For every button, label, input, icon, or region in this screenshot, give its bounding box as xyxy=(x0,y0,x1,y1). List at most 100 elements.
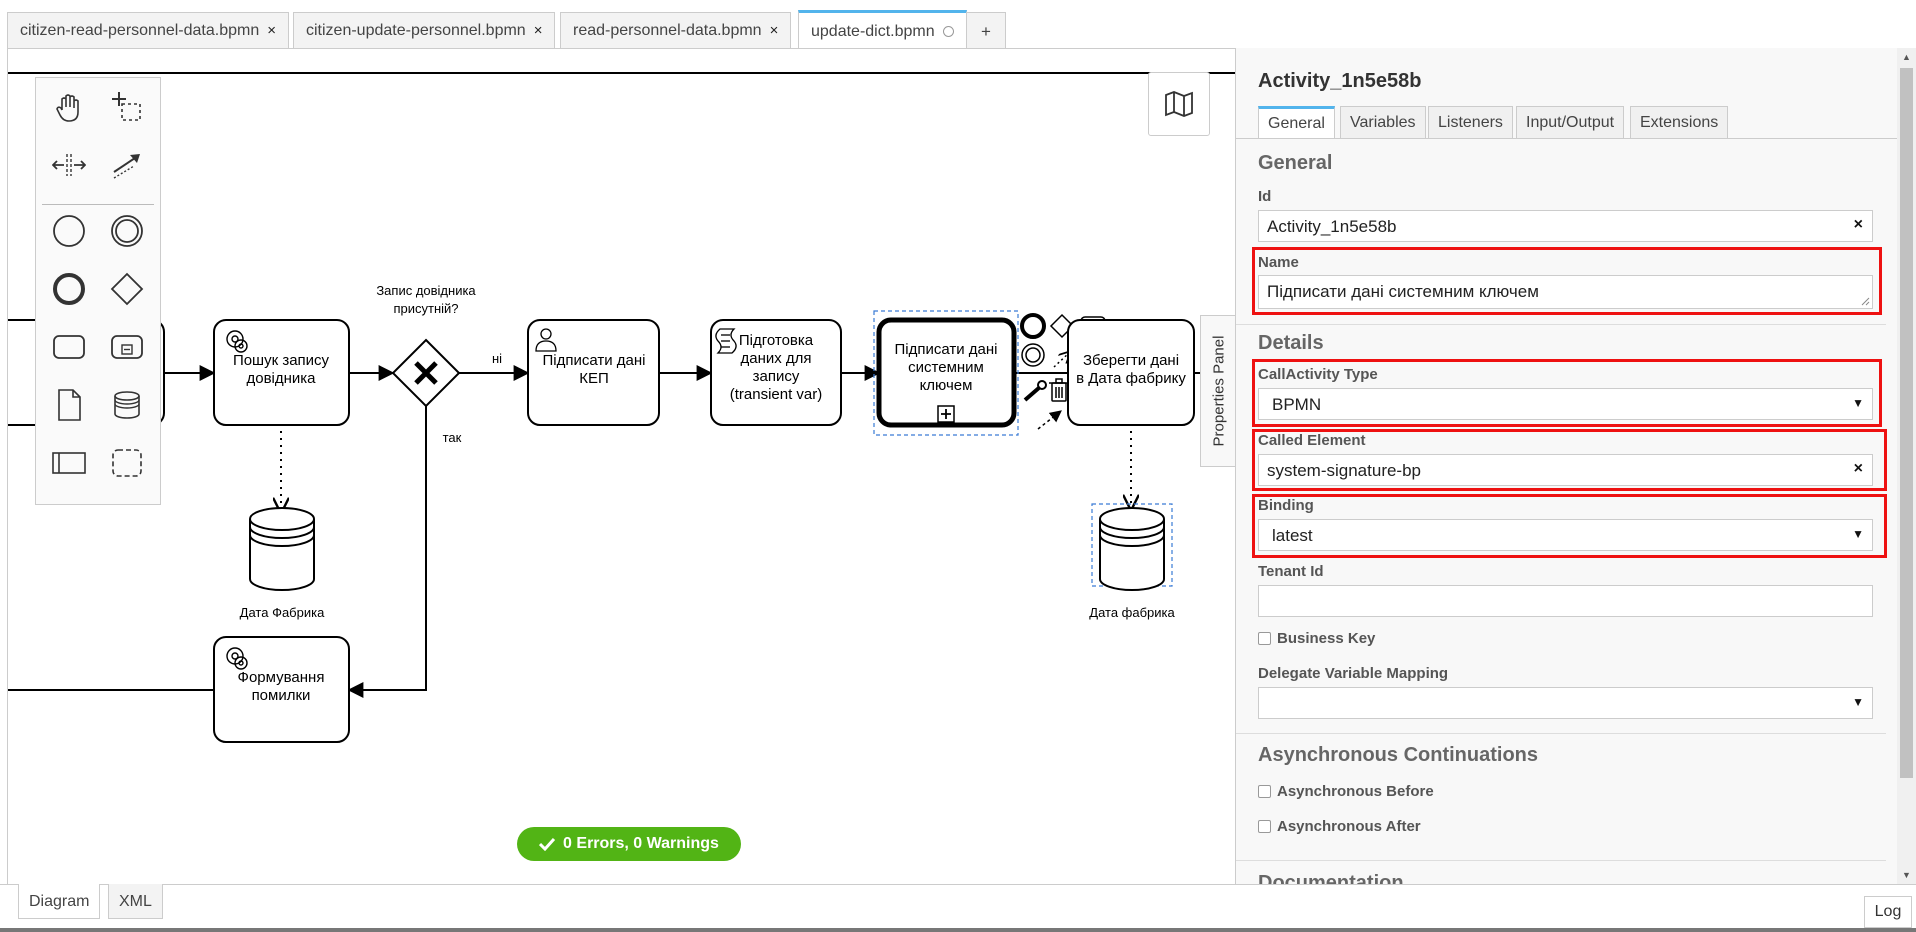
async-after-checkbox[interactable]: Asynchronous After xyxy=(1258,818,1421,835)
subprocess-marker-icon xyxy=(937,405,955,423)
lasso-tool-icon[interactable] xyxy=(104,84,150,130)
file-tab-label: read-personnel-data.bpmn xyxy=(573,22,762,39)
gateway-icon[interactable] xyxy=(104,266,150,312)
tab-extensions[interactable]: Extensions xyxy=(1630,106,1729,138)
tab-divider xyxy=(1236,138,1897,139)
end-event-icon[interactable] xyxy=(46,266,92,312)
task-save-data[interactable]: Зберегти дані в Дата фабрику xyxy=(1067,319,1195,426)
scroll-up-icon[interactable]: ▲ xyxy=(1902,52,1911,62)
called-element-label: Called Element xyxy=(1258,432,1366,449)
async-before-label: Asynchronous Before xyxy=(1277,783,1434,800)
task-sign-kep[interactable]: Підписати дані КЕП xyxy=(527,319,660,426)
data-object-icon[interactable] xyxy=(46,382,92,428)
delegate-mapping-select[interactable]: ▼ xyxy=(1258,687,1873,719)
group-details-title: Details xyxy=(1258,332,1324,354)
unsaved-indicator-icon xyxy=(942,26,954,37)
space-tool-icon[interactable] xyxy=(46,142,92,188)
data-associations xyxy=(281,417,1131,512)
log-button[interactable]: Log xyxy=(1864,896,1912,928)
close-icon[interactable]: × xyxy=(534,22,543,39)
file-tab-citizen-read-personnel-data[interactable]: citizen-read-personnel-data.bpmn × xyxy=(7,12,290,48)
chevron-down-icon: ▼ xyxy=(1852,396,1864,410)
hand-tool-icon[interactable] xyxy=(46,84,92,130)
delete-trash-icon[interactable] xyxy=(1049,378,1069,402)
resize-grip-icon[interactable] xyxy=(1860,296,1870,306)
data-store-right[interactable] xyxy=(1091,503,1173,591)
async-after-label: Asynchronous After xyxy=(1277,818,1421,835)
check-icon xyxy=(539,837,556,851)
data-store-left[interactable] xyxy=(249,507,315,591)
intermediate-event-icon[interactable] xyxy=(104,208,150,254)
file-tab-label: citizen-read-personnel-data.bpmn xyxy=(20,22,260,39)
tab-variables[interactable]: Variables xyxy=(1340,106,1426,138)
start-event-icon[interactable] xyxy=(46,208,92,254)
group-separator xyxy=(1236,860,1886,861)
clear-icon[interactable]: × xyxy=(1854,216,1863,234)
checkbox-box[interactable] xyxy=(1258,785,1271,798)
tenant-id-field[interactable] xyxy=(1258,585,1873,617)
task-prepare-data[interactable]: Підготовка даних для запису (transient var) xyxy=(710,319,842,426)
scroll-down-icon[interactable]: ▼ xyxy=(1902,870,1911,880)
exclusive-gateway[interactable] xyxy=(391,338,461,408)
file-tab-citizen-update-personnel[interactable]: citizen-update-personnel.bpmn × xyxy=(293,12,556,48)
binding-select[interactable]: latest ▼ xyxy=(1258,519,1873,551)
name-value: Підписати дані системним ключем xyxy=(1267,282,1539,301)
async-before-checkbox[interactable]: Asynchronous Before xyxy=(1258,783,1434,800)
minimap-toggle-button[interactable] xyxy=(1148,72,1210,136)
properties-panel-toggle[interactable]: Properties Panel xyxy=(1200,315,1235,467)
tab-xml[interactable]: XML xyxy=(108,884,163,919)
connect-arrow-icon[interactable] xyxy=(1037,410,1062,430)
append-end-event-icon[interactable] xyxy=(1020,313,1046,339)
change-type-wrench-icon[interactable] xyxy=(1023,380,1047,402)
name-label: Name xyxy=(1258,254,1299,271)
id-field[interactable]: Activity_1n5e58b × xyxy=(1258,210,1873,242)
task-search-record[interactable]: Пошук запису довідника xyxy=(213,319,350,426)
data-store-icon[interactable] xyxy=(104,382,150,428)
clear-icon[interactable]: × xyxy=(1854,460,1863,478)
panel-title: Activity_1n5e58b xyxy=(1258,70,1422,92)
delegate-mapping-label: Delegate Variable Mapping xyxy=(1258,665,1449,682)
diagram-canvas[interactable]: Пошук запису довідника Запис довідника при… xyxy=(7,48,1235,884)
id-value: Activity_1n5e58b xyxy=(1267,217,1397,236)
call-activity-sign-system-key[interactable]: Підписати дані системним ключем xyxy=(873,310,1019,436)
palette-separator xyxy=(42,204,154,205)
called-element-field[interactable]: system-signature-bp × xyxy=(1258,454,1873,486)
id-label: Id xyxy=(1258,188,1272,205)
task-error-forming[interactable]: Формування помилки xyxy=(213,636,350,743)
task-label: Пошук запису довідника xyxy=(233,352,330,387)
global-connect-tool-icon[interactable] xyxy=(104,142,150,188)
group-icon[interactable] xyxy=(104,440,150,486)
bpmn-diagram[interactable]: Пошук запису довідника Запис довідника при… xyxy=(8,49,1235,884)
properties-panel-toggle-label: Properties Panel xyxy=(1210,335,1227,447)
subprocess-icon[interactable] xyxy=(104,324,150,370)
lint-status-pill[interactable]: 0 Errors, 0 Warnings xyxy=(517,827,741,861)
called-element-value: system-signature-bp xyxy=(1267,461,1422,480)
close-icon[interactable]: × xyxy=(267,22,276,39)
close-icon[interactable]: × xyxy=(770,22,779,39)
tab-general[interactable]: General xyxy=(1258,106,1335,138)
task-label: Зберегти дані в Дата фабрику xyxy=(1076,352,1186,387)
file-tab-read-personnel-data[interactable]: read-personnel-data.bpmn × xyxy=(560,12,792,48)
tab-input-output[interactable]: Input/Output xyxy=(1516,106,1625,138)
business-key-checkbox[interactable]: Business Key xyxy=(1258,630,1375,647)
checkbox-box[interactable] xyxy=(1258,632,1271,645)
panel-scrollbar[interactable]: ▲ ▼ xyxy=(1897,48,1916,884)
properties-panel: Activity_1n5e58b General Variables Liste… xyxy=(1235,48,1897,884)
binding-value: latest xyxy=(1272,526,1313,545)
scrollbar-thumb[interactable] xyxy=(1900,68,1913,778)
flow-label-no: ні xyxy=(492,351,502,366)
name-field[interactable]: Підписати дані системним ключем xyxy=(1258,275,1873,309)
window-bottom-edge xyxy=(0,928,1916,932)
task-icon[interactable] xyxy=(46,324,92,370)
tab-listeners[interactable]: Listeners xyxy=(1428,106,1513,138)
append-intermediate-event-icon[interactable] xyxy=(1021,343,1045,367)
callactivity-type-select[interactable]: BPMN ▼ xyxy=(1258,388,1873,420)
tenant-id-label: Tenant Id xyxy=(1258,563,1324,580)
file-tab-update-dict[interactable]: update-dict.bpmn xyxy=(798,10,967,49)
checkbox-box[interactable] xyxy=(1258,820,1271,833)
group-general-title: General xyxy=(1258,152,1333,174)
tab-diagram[interactable]: Diagram xyxy=(18,884,101,919)
file-tab-bar: citizen-read-personnel-data.bpmn × citize… xyxy=(0,0,1916,49)
new-tab-button[interactable]: + xyxy=(966,12,1006,48)
pool-icon[interactable] xyxy=(46,440,92,486)
